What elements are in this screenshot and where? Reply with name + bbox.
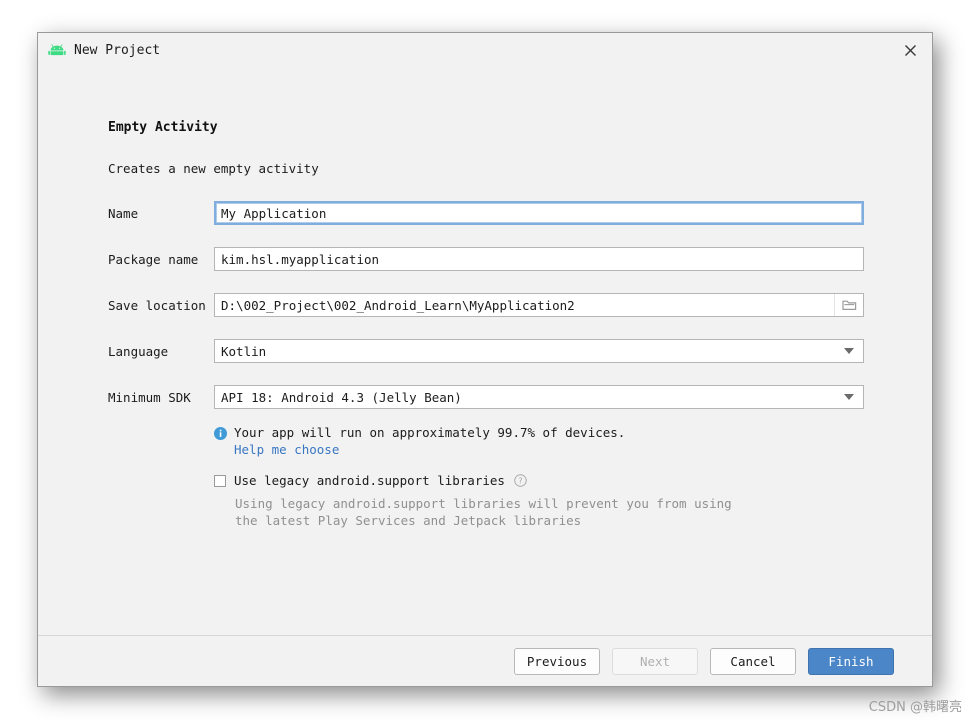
legacy-libraries-row: Use legacy android.support libraries ? (214, 473, 732, 488)
page-title: Empty Activity (108, 120, 218, 135)
language-select[interactable]: Kotlin (214, 339, 864, 363)
label-language: Language (108, 343, 169, 359)
form-row-minimum-sdk: Minimum SDK API 18: Android 4.3 (Jelly B… (108, 385, 864, 409)
watermark: CSDN @韩曙亮 (868, 700, 962, 715)
label-minimum-sdk: Minimum SDK (108, 389, 191, 405)
legacy-libraries-description-line1: Using legacy android.support libraries w… (235, 496, 732, 511)
field-wrap-minimum-sdk: API 18: Android 4.3 (Jelly Bean) (214, 385, 864, 409)
form-row-save-location: Save location (108, 293, 864, 317)
previous-button[interactable]: Previous (514, 647, 600, 675)
language-select-value: Kotlin (221, 343, 267, 359)
dialog-title: New Project (74, 42, 161, 58)
legacy-libraries-description-line2: the latest Play Services and Jetpack lib… (235, 513, 582, 528)
sdk-coverage-lines: Your app will run on approximately 99.7%… (234, 425, 625, 458)
legacy-libraries-block: Use legacy android.support libraries ? U… (214, 473, 732, 529)
use-legacy-libraries-label: Use legacy android.support libraries (234, 473, 505, 488)
next-button: Next (612, 647, 698, 675)
form-row-package-name: Package name (108, 247, 864, 271)
dialog-titlebar: New Project (38, 33, 932, 67)
chevron-down-icon (835, 394, 863, 400)
info-icon (214, 427, 227, 440)
svg-text:?: ? (518, 476, 522, 486)
field-wrap-language: Kotlin (214, 339, 864, 363)
minimum-sdk-select-value: API 18: Android 4.3 (Jelly Bean) (221, 389, 462, 405)
field-wrap-package-name (214, 247, 864, 271)
finish-button[interactable]: Finish (808, 647, 894, 675)
form-row-name: Name (108, 201, 864, 225)
chevron-down-icon (835, 348, 863, 354)
android-robot-icon (48, 44, 66, 56)
page-description: Creates a new empty activity (108, 161, 319, 176)
sdk-coverage-message: Your app will run on approximately 99.7%… (234, 425, 626, 440)
field-wrap-save-location (214, 293, 864, 317)
label-name: Name (108, 205, 139, 221)
cancel-button[interactable]: Cancel (710, 647, 796, 675)
new-project-dialog: New Project Empty Activity Creates a new… (37, 32, 933, 687)
folder-icon[interactable] (834, 294, 863, 316)
question-mark-icon[interactable]: ? (514, 474, 527, 487)
sdk-coverage-note: Your app will run on approximately 99.7%… (214, 425, 625, 458)
label-save-location: Save location (108, 297, 206, 313)
use-legacy-libraries-checkbox[interactable] (214, 474, 226, 487)
save-location-input[interactable] (214, 293, 864, 317)
field-wrap-name (214, 201, 864, 225)
minimum-sdk-select[interactable]: API 18: Android 4.3 (Jelly Bean) (214, 385, 864, 409)
dialog-content: Empty Activity Creates a new empty activ… (38, 67, 932, 635)
name-input[interactable] (214, 201, 864, 225)
form-row-language: Language Kotlin (108, 339, 864, 363)
close-icon[interactable] (888, 33, 932, 67)
package-name-input[interactable] (214, 247, 864, 271)
help-me-choose-link[interactable]: Help me choose (234, 441, 625, 458)
label-package-name: Package name (108, 251, 199, 267)
dialog-footer: Previous Next Cancel Finish (38, 635, 932, 686)
